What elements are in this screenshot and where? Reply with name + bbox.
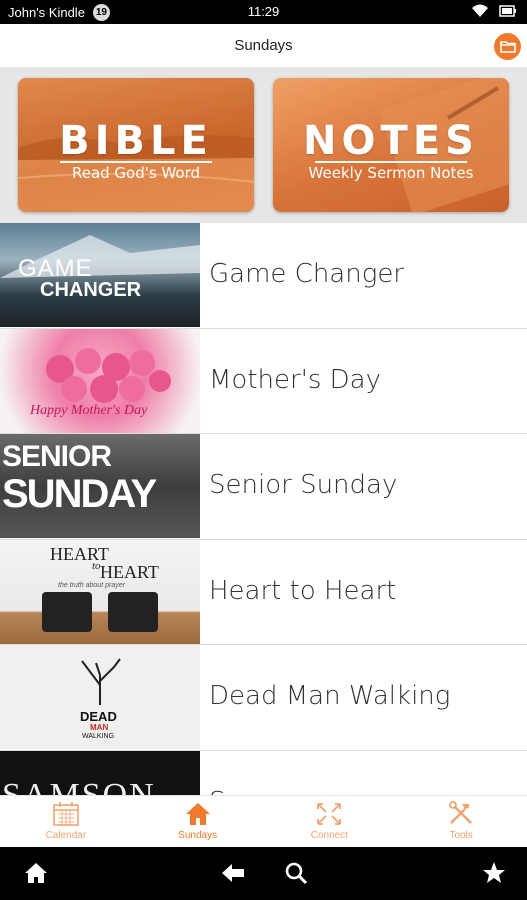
nav-star-icon[interactable] bbox=[481, 861, 507, 885]
list-item[interactable]: Happy Mother's Day Mother's Day bbox=[0, 328, 527, 434]
system-nav-bar bbox=[0, 847, 527, 900]
connect-arrows-icon bbox=[317, 803, 342, 825]
home-icon bbox=[185, 803, 210, 825]
series-title: Mother's Day bbox=[209, 364, 381, 395]
thumb-text-3: WALKING bbox=[82, 733, 115, 740]
series-title: Game Changer bbox=[209, 259, 404, 289]
page-title: Sundays bbox=[234, 37, 293, 54]
tools-icon bbox=[449, 801, 472, 824]
app-header: Sundays bbox=[0, 24, 527, 68]
tab-label: Calendar bbox=[45, 830, 87, 841]
list-item[interactable]: HEART to HEART the truth about prayer He… bbox=[0, 539, 527, 645]
tab-tools[interactable]: Tools bbox=[395, 796, 527, 847]
bible-subtitle: Read God's Word bbox=[71, 164, 201, 182]
series-title: Dead Man Walking bbox=[209, 681, 451, 711]
series-title: Samson bbox=[209, 787, 313, 796]
bible-divider bbox=[60, 161, 212, 163]
thumb-text-2: MAN bbox=[90, 723, 109, 732]
thumb-text-1: SENIOR bbox=[2, 440, 112, 473]
series-title: Heart to Heart bbox=[209, 575, 397, 606]
thumb-text-2: SUNDAY bbox=[2, 472, 157, 516]
heart-to-heart-thumbnail: HEART to HEART the truth about prayer bbox=[0, 539, 200, 644]
senior-sunday-thumbnail: SENIOR SUNDAY bbox=[0, 434, 200, 538]
notes-subtitle: Weekly Sermon Notes bbox=[308, 164, 474, 182]
list-item[interactable]: SAMSON Samson bbox=[0, 750, 527, 796]
nav-back-icon[interactable] bbox=[220, 861, 246, 885]
list-item[interactable]: SENIOR SUNDAY Senior Sunday bbox=[0, 434, 527, 540]
game-changer-thumbnail: GAME CHANGER bbox=[0, 223, 200, 327]
notes-card[interactable]: NOTES Weekly Sermon Notes bbox=[273, 78, 509, 212]
wifi-icon bbox=[472, 4, 488, 17]
tab-label: Connect bbox=[310, 830, 348, 841]
status-icons bbox=[471, 3, 517, 19]
status-time: 11:29 bbox=[247, 4, 280, 19]
calendar-icon bbox=[53, 802, 79, 826]
list-item[interactable]: GAME CHANGER Game Changer bbox=[0, 223, 527, 329]
series-title: Senior Sunday bbox=[209, 470, 398, 500]
status-bar: John's Kindle 19 11:29 bbox=[0, 0, 527, 24]
nav-home-icon[interactable] bbox=[23, 861, 49, 885]
feature-banner: BIBLE Read God's Word NOTES Weekly Sermo… bbox=[0, 68, 527, 223]
folder-icon bbox=[499, 41, 516, 53]
tab-label: Tools bbox=[449, 830, 473, 841]
tab-calendar[interactable]: Calendar bbox=[0, 796, 132, 847]
list-item[interactable]: DEAD MAN WALKING Dead Man Walking bbox=[0, 645, 527, 751]
notes-title: NOTES bbox=[303, 118, 479, 164]
thumb-text-1: Happy Mother's Day bbox=[30, 402, 148, 418]
app-screen: John's Kindle 19 11:29 Sundays BIBLE Rea… bbox=[0, 0, 527, 900]
bottom-tab-bar: Calendar Sundays Connect Tools bbox=[0, 795, 527, 847]
tab-connect[interactable]: Connect bbox=[264, 796, 396, 847]
mothers-day-thumbnail: Happy Mother's Day bbox=[0, 328, 200, 433]
nav-search-icon[interactable] bbox=[284, 861, 310, 885]
armchairs-shape bbox=[42, 591, 158, 632]
samson-thumbnail: SAMSON bbox=[0, 750, 200, 796]
thumb-text-1: SAMSON bbox=[2, 776, 156, 796]
bible-card[interactable]: BIBLE Read God's Word bbox=[18, 78, 254, 212]
tab-label: Sundays bbox=[178, 830, 218, 841]
thumb-text-2: CHANGER bbox=[40, 279, 142, 301]
folder-button[interactable] bbox=[494, 33, 521, 60]
thumb-text-1: DEAD bbox=[80, 709, 117, 724]
notes-divider bbox=[315, 161, 467, 163]
battery-icon bbox=[499, 5, 516, 17]
series-list: GAME CHANGER Game Changer Happy Mother's… bbox=[0, 223, 527, 795]
dead-man-walking-thumbnail: DEAD MAN WALKING bbox=[0, 645, 200, 749]
tab-sundays[interactable]: Sundays bbox=[132, 796, 264, 847]
bible-title: BIBLE bbox=[59, 118, 213, 164]
